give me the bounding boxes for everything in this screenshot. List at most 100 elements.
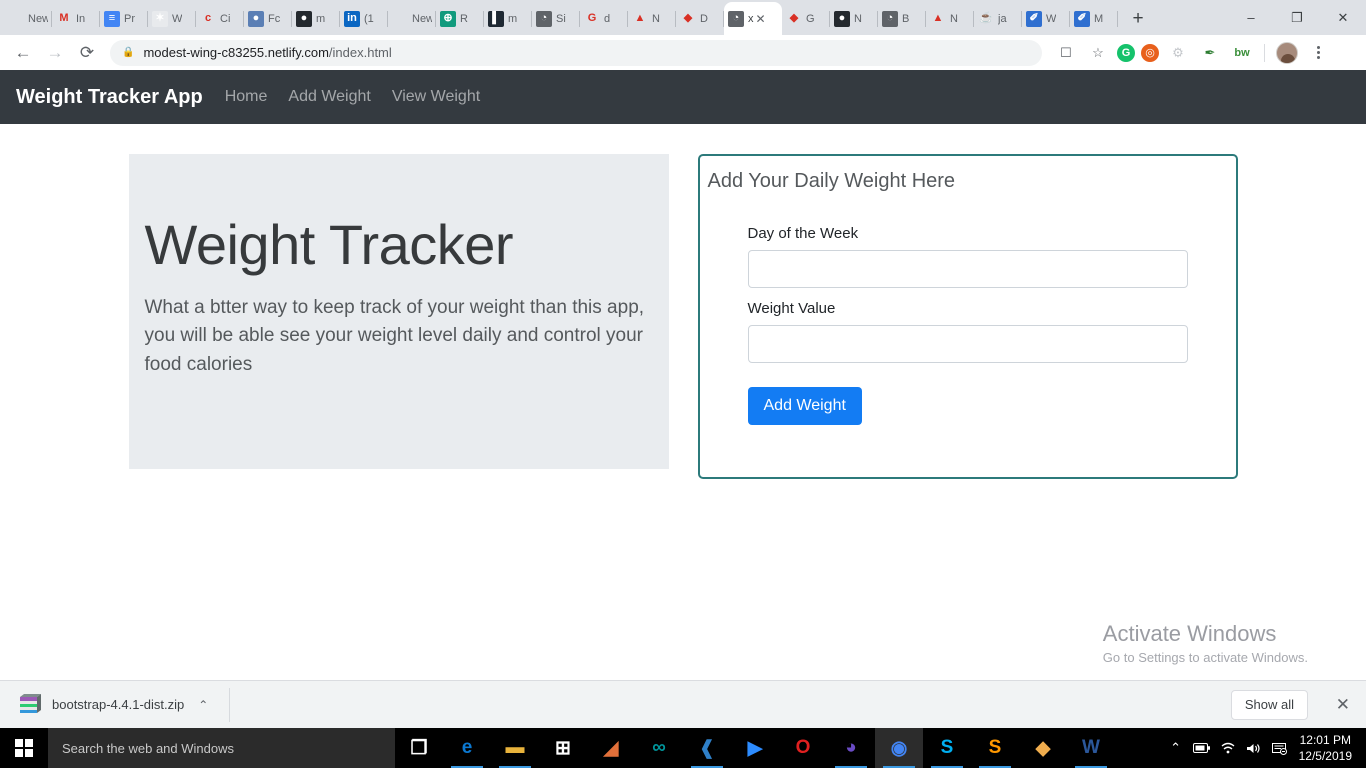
browser-tab[interactable]: ◔ Si xyxy=(532,2,580,35)
browser-tab[interactable]: ● Fc xyxy=(244,2,292,35)
start-button[interactable] xyxy=(0,728,48,768)
download-item[interactable]: bootstrap-4.4.1-dist.zip ⌃ xyxy=(10,687,230,722)
chrome-menu-button[interactable] xyxy=(1306,40,1330,66)
zoom-icon-glyph: ▶ xyxy=(747,737,763,759)
browser-tab[interactable]: in (1 xyxy=(340,2,388,35)
mouse-extension-icon[interactable]: ✒ xyxy=(1197,40,1223,66)
tab-label: m xyxy=(508,12,518,25)
tab-label: ja xyxy=(998,12,1007,25)
taskbar-clock[interactable]: 12:01 PM 12/5/2019 xyxy=(1293,732,1360,764)
close-download-bar-button[interactable]: ✕ xyxy=(1336,695,1350,715)
matlab-icon[interactable]: ◢ xyxy=(587,728,635,768)
nav-link-add-weight[interactable]: Add Weight xyxy=(288,88,370,106)
clock-date: 12/5/2019 xyxy=(1298,749,1352,763)
browser-tab[interactable]: ◔ B xyxy=(878,2,926,35)
vscode-icon[interactable]: ❰ xyxy=(683,728,731,768)
wifi-icon[interactable] xyxy=(1215,728,1241,768)
task-view-icon-glyph: ❐ xyxy=(410,737,428,759)
add-weight-card: Add Your Daily Weight Here Day of the We… xyxy=(697,154,1238,479)
tab-label: W xyxy=(172,12,183,25)
arduino-icon[interactable]: ∞ xyxy=(635,728,683,768)
browser-tab[interactable]: ☕ ja xyxy=(974,2,1022,35)
taskbar-search-input[interactable]: Search the web and Windows xyxy=(48,728,395,768)
forward-button[interactable]: → xyxy=(40,38,70,68)
bookmark-star-icon[interactable]: ☆ xyxy=(1085,40,1111,66)
day-of-week-input[interactable] xyxy=(747,250,1188,288)
chevron-up-icon[interactable]: ⌃ xyxy=(198,698,208,712)
close-window-button[interactable]: ✕ xyxy=(1320,0,1366,35)
browser-tab[interactable]: ▲ N xyxy=(926,2,974,35)
browser-tab[interactable]: ✐ W xyxy=(1022,2,1070,35)
browser-tab[interactable]: M In xyxy=(52,2,100,35)
new-tab-button[interactable]: + xyxy=(1124,5,1152,33)
page-content-row: Weight Tracker What a btter way to keep … xyxy=(0,124,1366,479)
file-explorer-icon[interactable]: ▬ xyxy=(491,728,539,768)
battery-icon[interactable] xyxy=(1189,728,1215,768)
paint-3d-icon[interactable]: ◆ xyxy=(1019,728,1067,768)
weight-value-input[interactable] xyxy=(747,325,1188,363)
teal-diamond-icon: ◆ xyxy=(683,12,693,24)
github-icon: ● xyxy=(834,10,850,27)
nav-link-view-weight[interactable]: View Weight xyxy=(392,88,480,106)
browser-tab[interactable]: ◆ G xyxy=(782,2,830,35)
sublime-text-icon-glyph: S xyxy=(988,737,1002,758)
browser-tab[interactable]: Gd xyxy=(580,2,628,35)
globe-icon: ◔ xyxy=(536,10,552,27)
browser-tab[interactable]: ⊕ R xyxy=(436,2,484,35)
browser-tab[interactable]: ◔ x ✕ xyxy=(724,2,782,35)
browser-tab[interactable]: c Ci xyxy=(196,2,244,35)
maximize-button[interactable]: ❐ xyxy=(1274,0,1320,35)
address-bar[interactable]: 🔒 modest-wing-c83255.netlify.com/index.h… xyxy=(110,39,1042,66)
action-center-icon[interactable] xyxy=(1267,728,1293,768)
page-description: What a btter way to keep track of your w… xyxy=(144,296,645,375)
watermark-subtitle: Go to Settings to activate Windows. xyxy=(1102,650,1308,665)
nav-link-home[interactable]: Home xyxy=(225,88,268,106)
volume-icon[interactable] xyxy=(1241,728,1267,768)
minimize-button[interactable]: – xyxy=(1228,0,1274,35)
tab-label: W xyxy=(1046,12,1057,25)
gray-extension-icon[interactable]: ⚙ xyxy=(1165,40,1191,66)
add-weight-button[interactable]: Add Weight xyxy=(747,387,862,425)
weight-value-label: Weight Value xyxy=(747,300,836,317)
browser-tab[interactable]: ✶ W xyxy=(148,2,196,35)
reload-button[interactable]: ⟳ xyxy=(72,38,102,68)
microsoft-store-icon[interactable]: ⊞ xyxy=(539,728,587,768)
show-all-downloads-button[interactable]: Show all xyxy=(1230,689,1308,720)
edge-icon[interactable]: e xyxy=(443,728,491,768)
orange-extension-icon[interactable]: ◎ xyxy=(1141,43,1159,62)
lock-icon: 🔒 xyxy=(122,47,135,58)
show-hidden-icons-chevron[interactable]: ⌃ xyxy=(1163,728,1189,768)
jumbotron-column: Weight Tracker What a btter way to keep … xyxy=(128,154,669,479)
linkedin-icon: in xyxy=(344,10,360,27)
bitwarden-extension-icon[interactable]: bw xyxy=(1229,40,1255,66)
close-tab-icon[interactable]: ✕ xyxy=(756,12,766,26)
orange-lamp-icon: ▲ xyxy=(932,12,944,24)
chrome-icon[interactable]: ◉ xyxy=(875,728,923,768)
site-navbar: Weight Tracker App Home Add Weight View … xyxy=(0,70,1366,124)
jumbotron: Weight Tracker What a btter way to keep … xyxy=(128,154,669,469)
browser-tab[interactable]: New T xyxy=(388,2,436,35)
avatar[interactable] xyxy=(1274,40,1300,66)
browser-tab[interactable]: ● N xyxy=(830,2,878,35)
browser-tab[interactable]: ≡ Pr xyxy=(100,2,148,35)
browser-window: New TMIn≡Pr✶WcCi●Fc●min(1New T⊕R▌m◔SiGd▲… xyxy=(0,0,1366,768)
cast-icon[interactable]: ☐ xyxy=(1053,40,1079,66)
site-brand[interactable]: Weight Tracker App xyxy=(16,86,203,109)
grammarly-extension-icon[interactable]: G xyxy=(1117,43,1135,62)
browser-tab[interactable]: ✐ M xyxy=(1070,2,1118,35)
google-docs-icon: ≡ xyxy=(104,10,120,27)
moon-app-icon[interactable]: ◕ xyxy=(827,728,875,768)
sublime-text-icon[interactable]: S xyxy=(971,728,1019,768)
browser-tab[interactable]: ▌ m xyxy=(484,2,532,35)
browser-tab[interactable]: ▲ N xyxy=(628,2,676,35)
task-view-icon[interactable]: ❐ xyxy=(395,728,443,768)
browser-tab[interactable]: ◆ D xyxy=(676,2,724,35)
browser-tab[interactable]: New T xyxy=(4,2,52,35)
globe-icon: ◔ xyxy=(882,10,898,27)
skype-icon[interactable]: S xyxy=(923,728,971,768)
zoom-icon[interactable]: ▶ xyxy=(731,728,779,768)
opera-icon[interactable]: O xyxy=(779,728,827,768)
word-icon[interactable]: W xyxy=(1067,728,1115,768)
back-button[interactable]: ← xyxy=(8,38,38,68)
browser-tab[interactable]: ● m xyxy=(292,2,340,35)
